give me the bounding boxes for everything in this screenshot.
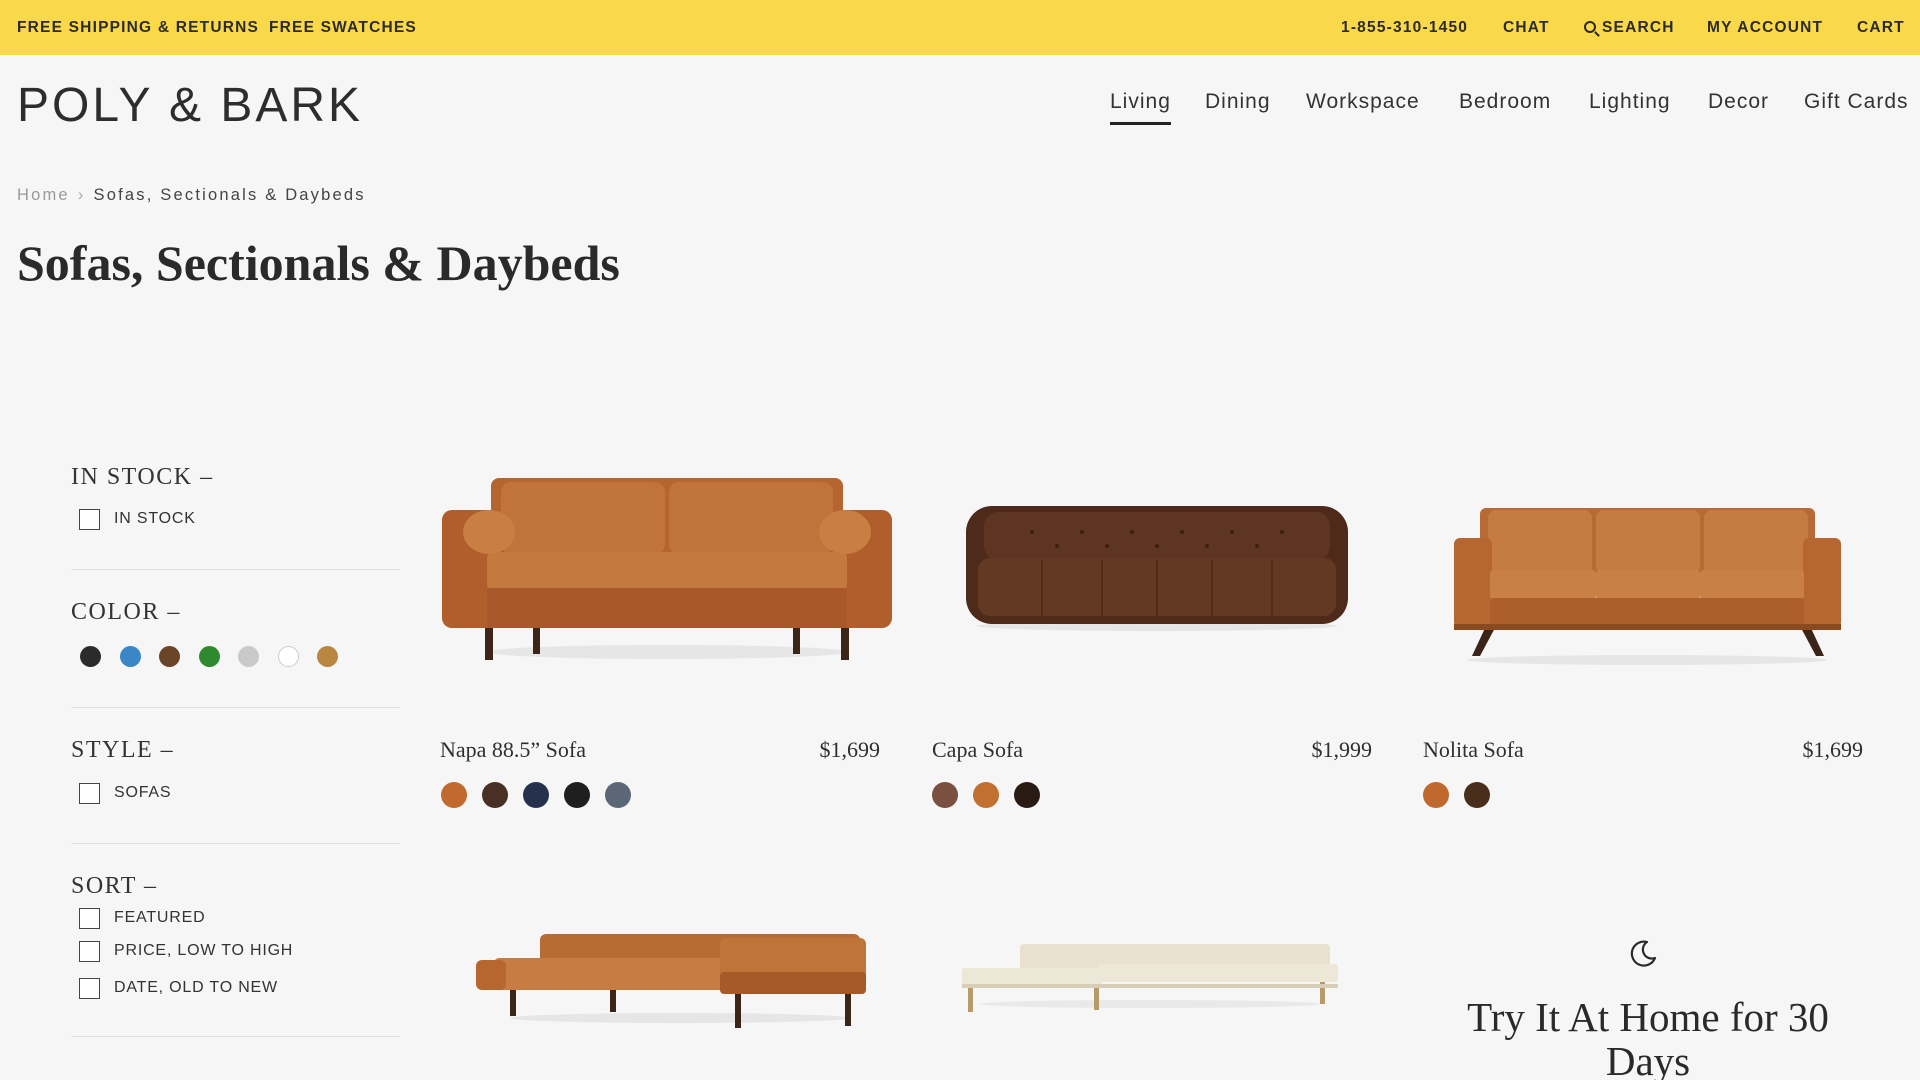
nav-living[interactable]: Living [1110, 90, 1171, 125]
filter-option-label: SOFAS [114, 784, 172, 801]
product-image-sectional-sofa[interactable] [470, 928, 870, 1028]
free-shipping-link[interactable]: FREE SHIPPING & RETURNS [17, 0, 259, 55]
promo-title: Try It At Home for 30 Days [1467, 994, 1829, 1080]
product-name[interactable]: Napa 88.5” Sofa [440, 737, 586, 763]
nav-workspace[interactable]: Workspace [1306, 90, 1420, 114]
filter-heading-style[interactable]: STYLE – [71, 737, 174, 764]
filter-divider [71, 1036, 400, 1037]
cart-link[interactable]: CART [1857, 0, 1905, 55]
nav-lighting[interactable]: Lighting [1589, 90, 1671, 114]
product-image-napa-sofa[interactable] [437, 470, 897, 670]
product-name[interactable]: Capa Sofa [932, 737, 1023, 763]
product-swatch-list [932, 782, 1040, 808]
product-image-modular-daybed[interactable] [960, 940, 1345, 1015]
filter-heading-color[interactable]: COLOR – [71, 599, 181, 626]
filter-option-sofas[interactable]: SOFAS [79, 782, 171, 804]
free-swatches-link[interactable]: FREE SWATCHES [269, 0, 417, 55]
my-account-link[interactable]: MY ACCOUNT [1707, 0, 1823, 55]
filter-option-in-stock[interactable]: IN STOCK [79, 508, 196, 530]
color-swatch-list [80, 646, 338, 667]
search-label: SEARCH [1602, 19, 1675, 36]
checkbox[interactable] [79, 907, 100, 929]
product-swatch-list [441, 782, 631, 808]
filter-divider [71, 843, 400, 844]
product-swatch[interactable] [973, 782, 999, 808]
product-price: $1,999 [1311, 737, 1373, 762]
product-swatch[interactable] [1014, 782, 1040, 808]
phone-link[interactable]: 1-855-310-1450 [1341, 0, 1468, 55]
product-swatch[interactable] [932, 782, 958, 808]
color-swatch-blue[interactable] [119, 646, 141, 667]
nav-dining[interactable]: Dining [1205, 90, 1271, 114]
color-swatch-black[interactable] [80, 646, 101, 667]
color-swatch-tan[interactable] [317, 646, 338, 667]
product-swatch[interactable] [564, 782, 590, 808]
nav-decor[interactable]: Decor [1708, 90, 1769, 114]
sort-option-price-low-high[interactable]: PRICE, LOW TO HIGH [79, 940, 293, 962]
product-price: $1,699 [1802, 737, 1864, 762]
page-title: Sofas, Sectionals & Daybeds [17, 235, 620, 291]
product-swatch[interactable] [1423, 782, 1449, 808]
product-swatch-list [1423, 782, 1490, 808]
moon-icon [1630, 940, 1657, 967]
checkbox[interactable] [79, 940, 100, 962]
filter-divider [71, 707, 400, 708]
sort-option-date-old-new[interactable]: DATE, OLD TO NEW [79, 977, 278, 999]
filter-heading-in-stock[interactable]: IN STOCK – [71, 464, 214, 491]
product-name[interactable]: Nolita Sofa [1423, 737, 1524, 763]
product-swatch[interactable] [482, 782, 508, 808]
product-swatch[interactable] [605, 782, 631, 808]
color-swatch-white[interactable] [277, 646, 299, 667]
search-icon [1584, 21, 1596, 33]
color-swatch-grey[interactable] [238, 646, 259, 667]
color-swatch-brown[interactable] [159, 646, 180, 667]
sort-option-label: PRICE, LOW TO HIGH [114, 942, 294, 959]
filter-option-label: IN STOCK [114, 510, 196, 527]
product-swatch[interactable] [523, 782, 549, 808]
checkbox[interactable] [79, 977, 100, 999]
product-price: $1,699 [819, 737, 881, 762]
breadcrumb-home[interactable]: Home [17, 186, 70, 204]
product-image-nolita-sofa[interactable] [1450, 500, 1845, 670]
color-swatch-green[interactable] [198, 646, 220, 667]
filter-divider [71, 569, 400, 570]
checkbox[interactable] [79, 508, 100, 530]
breadcrumb: Home › Sofas, Sectionals & Daybeds [17, 186, 366, 205]
sort-option-label: DATE, OLD TO NEW [114, 979, 278, 996]
breadcrumb-current: Sofas, Sectionals & Daybeds [93, 186, 366, 204]
product-swatch[interactable] [1464, 782, 1490, 808]
chat-link[interactable]: CHAT [1503, 0, 1550, 55]
nav-bedroom[interactable]: Bedroom [1459, 90, 1551, 114]
product-image-capa-sofa[interactable] [962, 498, 1352, 638]
breadcrumb-separator: › [77, 186, 86, 204]
nav-gift-cards[interactable]: Gift Cards [1804, 90, 1909, 114]
sort-option-label: FEATURED [114, 909, 206, 926]
product-swatch[interactable] [441, 782, 467, 808]
sort-option-featured[interactable]: FEATURED [79, 907, 205, 929]
checkbox[interactable] [79, 782, 100, 804]
search-link[interactable]: SEARCH [1584, 0, 1675, 55]
filter-heading-sort[interactable]: SORT – [71, 873, 157, 900]
site-logo[interactable]: POLY & BARK [17, 78, 363, 133]
promo-topbar: FREE SHIPPING & RETURNS FREE SWATCHES 1-… [0, 0, 1920, 55]
